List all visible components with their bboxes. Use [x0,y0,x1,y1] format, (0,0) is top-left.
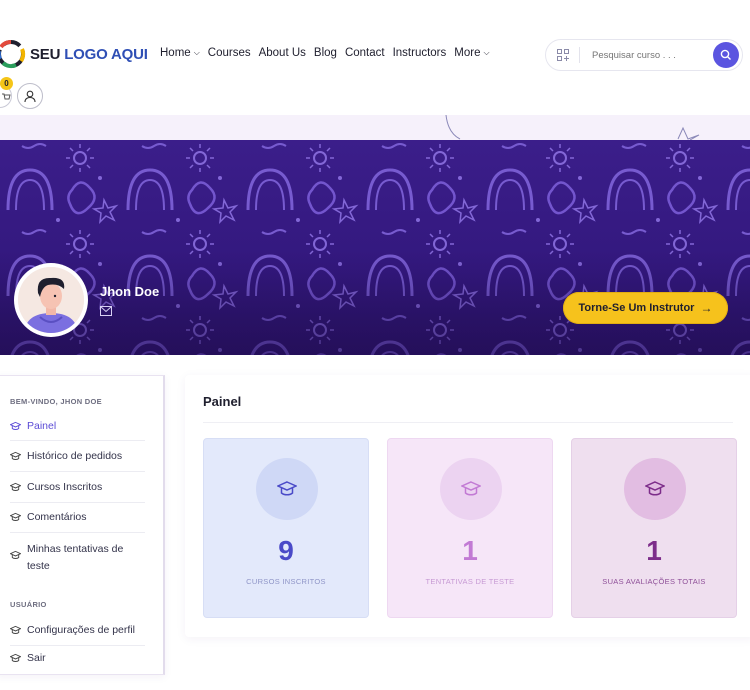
profile-avatar [14,263,88,337]
category-grid-icon[interactable] [557,49,569,61]
title-divider [203,422,733,423]
graduation-cap-icon [10,653,21,662]
welcome-label: BEM-VINDO, JHON DOE [10,397,102,406]
sidebar-item-label: Histórico de pedidos [27,450,123,462]
nav-blog[interactable]: Blog [314,47,337,59]
avatar-image [18,267,84,333]
sidebar-item-quiz-attempts[interactable]: Minhas tentativas de teste [10,541,145,575]
sidebar-divider [10,502,145,503]
nav-about[interactable]: About Us [259,47,306,59]
sidebar-item-label: Comentários [27,511,87,523]
nav-blog-label: Blog [313,47,337,59]
cart-count-badge: 0 [0,77,13,90]
site-logo[interactable]: SEU LOGO AQUI [0,37,148,71]
nav-more[interactable]: More ⌵ [454,47,489,59]
sidebar-item-logout[interactable]: Sair [10,652,145,664]
stat-label: SUAS AVALIAÇÕES TOTAIS [602,577,706,586]
banner-top-band [0,115,750,140]
sidebar-divider [10,440,145,441]
become-instructor-label: Torne-Se Um Instrutor [578,302,695,314]
search-input[interactable] [590,48,700,62]
nav-home-label: Home [160,47,191,59]
nav-courses-label: Courses [207,47,251,59]
become-instructor-button[interactable]: Torne-Se Um Instrutor → [563,292,728,324]
search-divider [579,47,580,63]
avatar-illustration-icon [18,267,84,333]
sidebar-item-label: Painel [27,420,57,432]
stat-value: 1 [462,535,478,566]
cart-icon [2,93,11,100]
logo-mark-icon [0,40,26,69]
graduation-cap-icon [10,482,21,491]
stat-card-quiz-attempts: 1 TENTATIVAS DE TESTE [387,438,553,618]
graduation-cap-icon [10,625,21,634]
graduation-cap-icon [10,512,21,521]
mail-icon[interactable] [100,306,112,316]
sidebar-item-label: Configurações de perfil [27,624,135,636]
sidebar-item-reviews[interactable]: Comentários [10,511,145,523]
stat-card-total-reviews: 1 SUAS AVALIAÇÕES TOTAIS [571,438,737,618]
sidebar-divider [10,645,145,646]
logo-text: SEU LOGO AQUI [30,46,148,63]
stat-value: 1 [646,535,662,566]
sidebar-item-label: Sair [27,652,46,664]
sidebar-item-order-history[interactable]: Histórico de pedidos [10,450,145,462]
stat-label: TENTATIVAS DE TESTE [425,577,515,586]
sidebar-item-label: Minhas tentativas de teste [27,543,124,572]
graduation-cap-icon [277,481,297,496]
graduation-cap-icon [10,451,21,460]
logo-word-2: LOGO AQUI [64,45,148,63]
search-icon [720,49,731,60]
user-section-label: USUÁRIO [10,600,47,609]
arrow-right-icon: → [700,301,713,315]
sidebar-item-enrolled-courses[interactable]: Cursos Inscritos [10,481,145,493]
chevron-down-icon: ⌵ [193,48,200,57]
logo-word-1: SEU [30,45,61,63]
nav-home[interactable]: Home ⌵ [160,47,200,59]
search-button[interactable] [713,42,739,68]
graduation-cap-icon [10,421,21,430]
stat-value: 9 [278,535,294,566]
sidebar-item-painel[interactable]: Painel [10,420,145,432]
account-button[interactable] [17,83,43,109]
site-header: SEU LOGO AQUI Home ⌵ Courses About Us Blo… [0,0,750,115]
main-nav: Home ⌵ Courses About Us Blog Contact Inst… [160,47,498,59]
decorative-shapes [445,115,700,140]
nav-contact-label: Contact [344,47,385,59]
sidebar-divider [10,532,145,533]
stat-label: CURSOS INSCRITOS [246,577,326,586]
sidebar-divider [10,471,145,472]
stat-icon-circle [440,458,502,520]
dashboard-main: Painel 9 CURSOS INSCRITOS 1 TENTATIVAS D… [185,375,750,637]
nav-instructors-label: Instructors [392,47,447,59]
stat-icon-circle [624,458,686,520]
nav-instructors[interactable]: Instructors [393,47,447,59]
nav-more-label: More [454,47,481,59]
sidebar-item-profile-settings[interactable]: Configurações de perfil [10,624,145,636]
chevron-down-icon: ⌵ [483,48,490,57]
graduation-cap-icon [461,481,481,496]
nav-courses[interactable]: Courses [208,47,251,59]
nav-about-label: About Us [258,47,306,59]
nav-contact[interactable]: Contact [345,47,385,59]
search-bar [545,39,743,71]
graduation-cap-icon [645,481,665,496]
user-icon [24,90,36,103]
sidebar-item-label: Cursos Inscritos [27,481,103,493]
page-title: Painel [203,394,242,409]
dashboard-sidebar: BEM-VINDO, JHON DOE Painel Histórico de … [0,375,165,675]
stat-icon-circle [256,458,318,520]
stat-card-enrolled: 9 CURSOS INSCRITOS [203,438,369,618]
profile-name: Jhon Doe [100,284,160,299]
graduation-cap-icon [10,550,21,559]
